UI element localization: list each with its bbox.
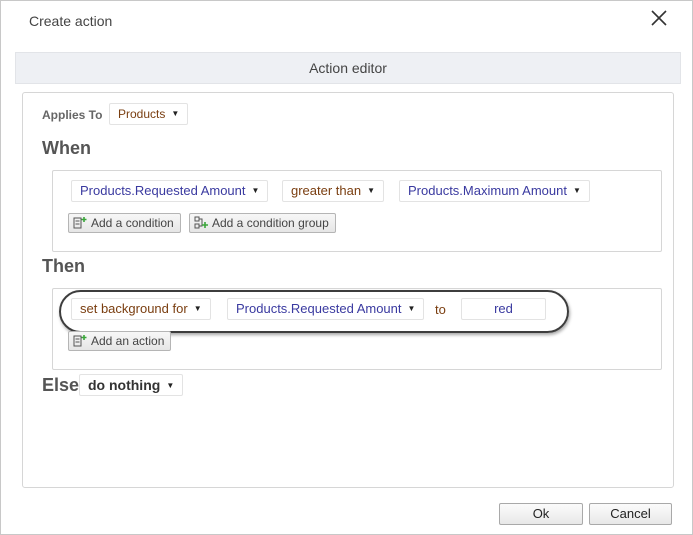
create-action-dialog: Create action Action editor Applies To P… xyxy=(0,0,693,535)
dialog-titlebar: Create action xyxy=(1,1,692,41)
add-condition-group-icon xyxy=(194,216,208,229)
else-value: do nothing xyxy=(88,377,161,393)
add-condition-button[interactable]: Add a condition xyxy=(68,213,181,233)
action-editor-header: Action editor xyxy=(15,52,681,84)
then-heading: Then xyxy=(42,256,85,276)
add-condition-group-label: Add a condition group xyxy=(212,216,329,230)
action-field-dropdown[interactable]: Products.Requested Amount ▼ xyxy=(227,298,425,320)
applies-to-value: Products xyxy=(118,107,166,121)
applies-to-label: Applies To xyxy=(42,108,103,122)
add-action-button[interactable]: Add an action xyxy=(68,331,172,351)
add-condition-group-button[interactable]: Add a condition group xyxy=(189,213,336,233)
caret-down-icon: ▼ xyxy=(171,109,180,118)
add-action-icon xyxy=(73,335,87,347)
action-value-input[interactable]: red xyxy=(461,298,546,320)
ok-button[interactable]: Ok xyxy=(499,503,583,525)
condition-compare-value: Products.Maximum Amount xyxy=(408,183,567,198)
action-connector-text: to xyxy=(435,302,446,317)
condition-compare-dropdown[interactable]: Products.Maximum Amount ▼ xyxy=(399,180,590,202)
condition-operator-dropdown[interactable]: greater than ▼ xyxy=(282,180,385,202)
caret-down-icon: ▼ xyxy=(572,186,581,195)
condition-field-dropdown[interactable]: Products.Requested Amount ▼ xyxy=(71,180,269,202)
close-icon[interactable] xyxy=(649,8,669,28)
add-condition-icon xyxy=(73,217,87,229)
cancel-button[interactable]: Cancel xyxy=(589,503,672,525)
condition-operator-value: greater than xyxy=(291,183,362,198)
when-heading: When xyxy=(42,138,91,158)
applies-to-dropdown[interactable]: Products ▼ xyxy=(109,103,189,125)
add-condition-label: Add a condition xyxy=(91,216,174,230)
action-verb-value: set background for xyxy=(80,301,188,316)
condition-field-value: Products.Requested Amount xyxy=(80,183,246,198)
else-heading: Else xyxy=(42,375,80,395)
action-value-text: red xyxy=(494,301,513,316)
caret-down-icon: ▼ xyxy=(251,186,260,195)
caret-down-icon: ▼ xyxy=(166,381,175,390)
add-action-label: Add an action xyxy=(91,334,165,348)
else-dropdown[interactable]: do nothing ▼ xyxy=(79,374,184,396)
dialog-title: Create action xyxy=(29,13,113,29)
caret-down-icon: ▼ xyxy=(367,186,376,195)
action-verb-dropdown[interactable]: set background for ▼ xyxy=(71,298,211,320)
action-field-value: Products.Requested Amount xyxy=(236,301,402,316)
caret-down-icon: ▼ xyxy=(407,304,416,313)
caret-down-icon: ▼ xyxy=(193,304,202,313)
